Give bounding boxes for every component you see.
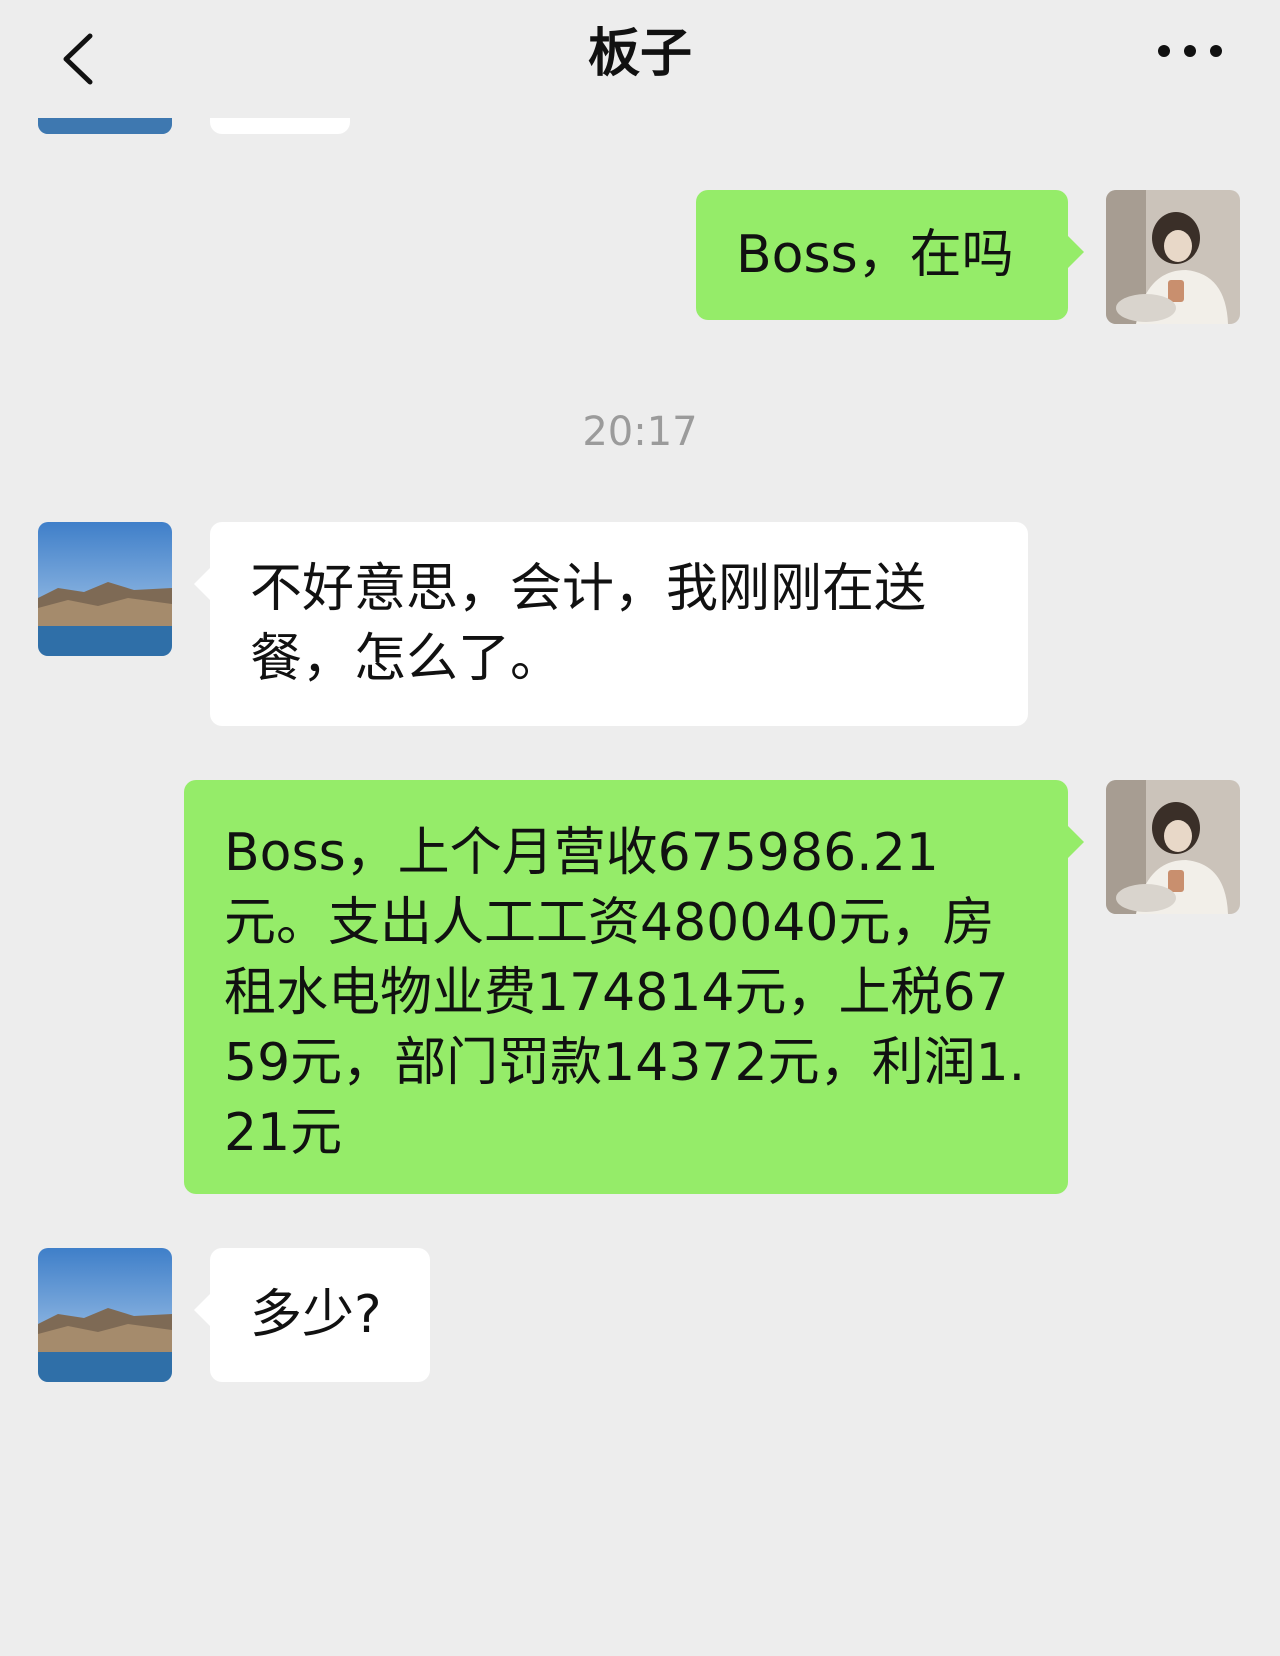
message-text: Boss，上个月营收675986.21元。支出人工工资480040元，房租水电物… [224,823,1026,1163]
message-bubble-incoming[interactable]: 多少? [194,1248,430,1382]
message-bubble-incoming[interactable]: 不好意思，会计，我刚刚在送餐，怎么了。 [194,522,1028,726]
message-text: Boss，在吗 [736,225,1014,285]
navigation-bar: 板子 [0,0,1280,118]
message-timestamp: 20:17 [582,409,698,455]
message-bubble-outgoing[interactable]: Boss，上个月营收675986.21元。支出人工工资480040元，房租水电物… [184,780,1084,1194]
message-text: 不好意思，会计，我刚刚在送餐，怎么了。 [250,559,927,689]
chat-area[interactable]: Boss，在吗 20:17 不好意思，会计，我刚刚在送餐，怎么了。 Boss，上… [0,0,1280,1656]
message-text: 多少? [250,1285,382,1345]
chat-title: 板子 [587,24,692,84]
more-button[interactable] [1150,36,1230,66]
my-avatar[interactable] [1106,190,1240,324]
contact-avatar[interactable] [38,1248,172,1382]
my-avatar[interactable] [1106,780,1240,914]
message-bubble-outgoing[interactable]: Boss，在吗 [696,190,1084,320]
more-dots-icon [1158,45,1222,57]
contact-avatar[interactable] [38,522,172,656]
